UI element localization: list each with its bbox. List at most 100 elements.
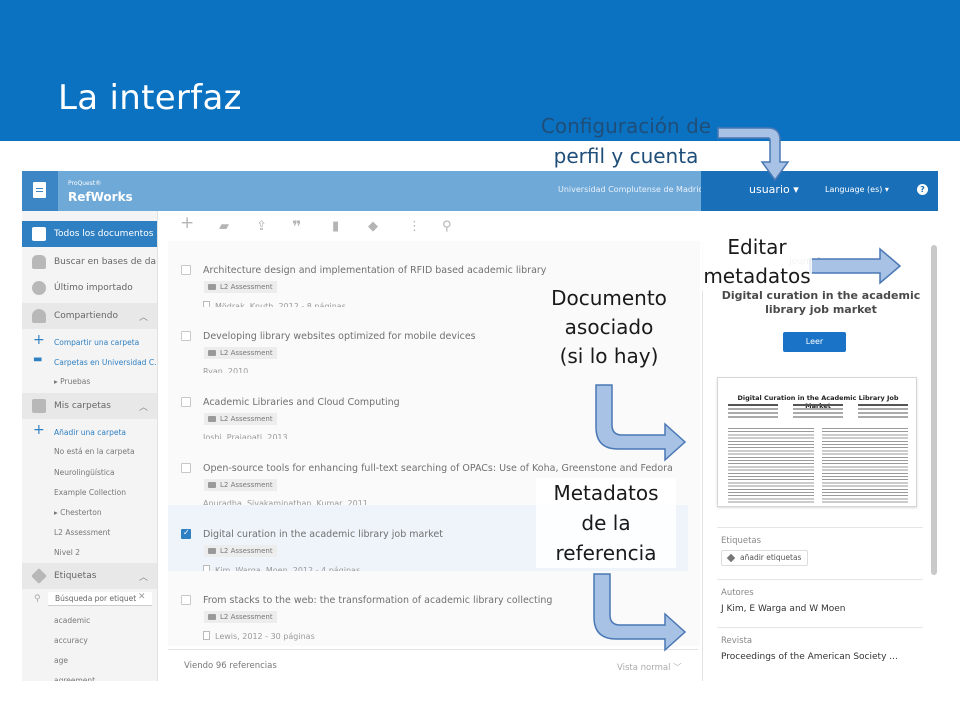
sidebar-section-my-folders[interactable]: Mis carpetas ︿ (22, 393, 157, 419)
help-icon[interactable]: ? (917, 184, 928, 195)
user-menu[interactable]: usuario ▾ (749, 183, 799, 196)
share-folder-link[interactable]: + Compartir una carpeta (22, 331, 157, 353)
tag-item[interactable]: age (54, 656, 68, 665)
folder-item[interactable]: No está en la carpeta (54, 447, 135, 456)
document-preview[interactable]: Digital Curation in the Academic Library… (717, 377, 917, 507)
brand-refworks[interactable]: RefWorks (68, 190, 133, 204)
scrollbar[interactable] (931, 245, 937, 575)
plus-icon: + (33, 422, 45, 438)
quote-icon[interactable]: ❞ (292, 219, 301, 235)
folder-item[interactable]: ▸ Chesterton (54, 508, 102, 517)
folder-icon[interactable]: ▰ (219, 220, 229, 233)
university-name: Universidad Complutense de Madrid (558, 185, 704, 194)
folder-item[interactable]: Neurolingüística (54, 468, 115, 477)
app-menu-button[interactable] (22, 171, 58, 211)
attachment-icon (203, 631, 210, 640)
folder-item[interactable]: L2 Assessment (54, 528, 110, 537)
link-label: Añadir una carpeta (54, 428, 126, 437)
close-icon[interactable]: ✕ (138, 592, 146, 602)
sidebar-section-tags[interactable]: Etiquetas ︿ (22, 563, 157, 589)
select-checkbox[interactable] (181, 463, 191, 473)
reference-row[interactable]: From stacks to the web: the transformati… (168, 571, 688, 641)
sidebar: Todos los documentos Buscar en bases de … (22, 211, 158, 681)
university-folders-link[interactable]: ▬ Carpetas en Universidad C... (22, 351, 158, 373)
preview-author-block (793, 404, 843, 406)
detail-title: Digital curation in the academic library… (721, 289, 921, 316)
callout-line: Metadatos (553, 481, 659, 505)
sidebar-item-last-imported[interactable]: Último importado (22, 275, 157, 301)
user-area: usuario ▾ Language (es) ▾ ? (701, 171, 938, 211)
chevron-up-icon[interactable]: ︿ (139, 310, 148, 323)
trash-icon[interactable]: ▮ (332, 220, 339, 233)
preview-author-block (858, 404, 908, 406)
reference-meta: Lewis, 2012 - 30 páginas (203, 631, 315, 641)
sidebar-item-label: Etiquetas (54, 571, 97, 581)
select-checkbox[interactable] (181, 265, 191, 275)
chevron-down-icon: ﹀ (673, 663, 682, 673)
people-icon (32, 309, 46, 323)
reference-title[interactable]: Architecture design and implementation o… (203, 265, 546, 276)
sidebar-item-label: Mis carpetas (54, 401, 111, 411)
list-footer: Viendo 96 referencias Vista normal ﹀ (168, 649, 698, 681)
reference-row[interactable]: Academic Libraries and Cloud Computing L… (168, 373, 688, 442)
folder-item[interactable]: ▸ Pruebas (54, 377, 90, 386)
tag-search-input[interactable]: Búsqueda por etiquet (48, 592, 152, 606)
sidebar-item-search-databases[interactable]: Buscar en bases de da... (22, 249, 158, 275)
select-checkbox[interactable] (181, 331, 191, 341)
callout-line: perfil y cuenta (553, 144, 699, 168)
authors-section: Autores J Kim, E Warga and W Moen (717, 579, 923, 623)
read-button[interactable]: Leer (783, 332, 846, 352)
callout-edit-metadata: Editar metadatos (702, 233, 812, 291)
add-icon[interactable]: + (180, 215, 194, 232)
reference-title[interactable]: Open-source tools for enhancing full-tex… (203, 463, 673, 474)
share-icon[interactable]: ⇪ (256, 220, 267, 233)
callout-profile-config: Configuración de perfil y cuenta (530, 111, 722, 171)
chevron-up-icon[interactable]: ︿ (139, 570, 148, 583)
add-tags-button[interactable]: añadir etiquetas (721, 550, 809, 566)
link-label: Carpetas en Universidad C... (54, 358, 158, 367)
folder-icon (32, 399, 46, 413)
folder-item[interactable]: Nivel 2 (54, 548, 80, 557)
authors-value: J Kim, E Warga and W Moen (721, 604, 846, 614)
plus-icon: + (33, 332, 45, 348)
toolbar: + ▰ ⇪ ❞ ▮ ◆ ⋮ ⚲ (168, 211, 698, 241)
search-icon[interactable]: ⚲ (442, 220, 452, 233)
reference-title[interactable]: From stacks to the web: the transformati… (203, 595, 552, 606)
preview-text-column (728, 428, 814, 504)
callout-reference-metadata: Metadatos de la referencia (536, 478, 676, 568)
search-icon: ⚲ (34, 594, 41, 604)
reference-title[interactable]: Developing library websites optimized fo… (203, 331, 476, 342)
tags-section: Etiquetas añadir etiquetas (717, 527, 923, 575)
add-folder-link[interactable]: + Añadir una carpeta (22, 421, 157, 443)
tags-label: Etiquetas (721, 536, 762, 546)
tag-icon[interactable]: ◆ (368, 220, 378, 233)
detail-panel: Journal Digital curation in the academic… (702, 243, 938, 681)
language-menu[interactable]: Language (es) ▾ (825, 185, 889, 194)
callout-line: Editar (727, 235, 787, 259)
callout-line: referencia (555, 541, 657, 565)
sidebar-section-sharing[interactable]: Compartiendo ︿ (22, 303, 157, 329)
sidebar-item-label: Buscar en bases de da... (54, 257, 158, 267)
reference-title[interactable]: Digital curation in the academic library… (203, 529, 443, 540)
tag-item[interactable]: accuracy (54, 636, 88, 645)
chevron-up-icon[interactable]: ︿ (139, 400, 148, 413)
folder-badge: L2 Assessment (204, 611, 277, 623)
more-icon[interactable]: ⋮ (408, 220, 421, 233)
select-checkbox[interactable]: ✓ (181, 528, 191, 539)
select-checkbox[interactable] (181, 595, 191, 605)
sidebar-item-all-documents[interactable]: Todos los documentos (22, 221, 157, 247)
select-checkbox[interactable] (181, 397, 191, 407)
pencil-icon[interactable]: ✎ (880, 250, 891, 265)
callout-line: asociado (564, 315, 654, 339)
tag-item[interactable]: academic (54, 616, 90, 625)
slide: La interfaz ProQuest® RefWorks Universid… (0, 0, 960, 720)
folder-item[interactable]: Example Collection (54, 488, 126, 497)
reference-title[interactable]: Academic Libraries and Cloud Computing (203, 397, 400, 408)
folder-badge: L2 Assessment (204, 545, 277, 557)
tag-item[interactable]: agreement (54, 676, 95, 681)
title-band: La interfaz (0, 0, 960, 141)
folder-badge: L2 Assessment (204, 281, 277, 293)
app-header: ProQuest® RefWorks Universidad Compluten… (22, 171, 938, 211)
document-icon (32, 227, 46, 241)
view-mode-select[interactable]: Vista normal ﹀ (617, 661, 682, 673)
